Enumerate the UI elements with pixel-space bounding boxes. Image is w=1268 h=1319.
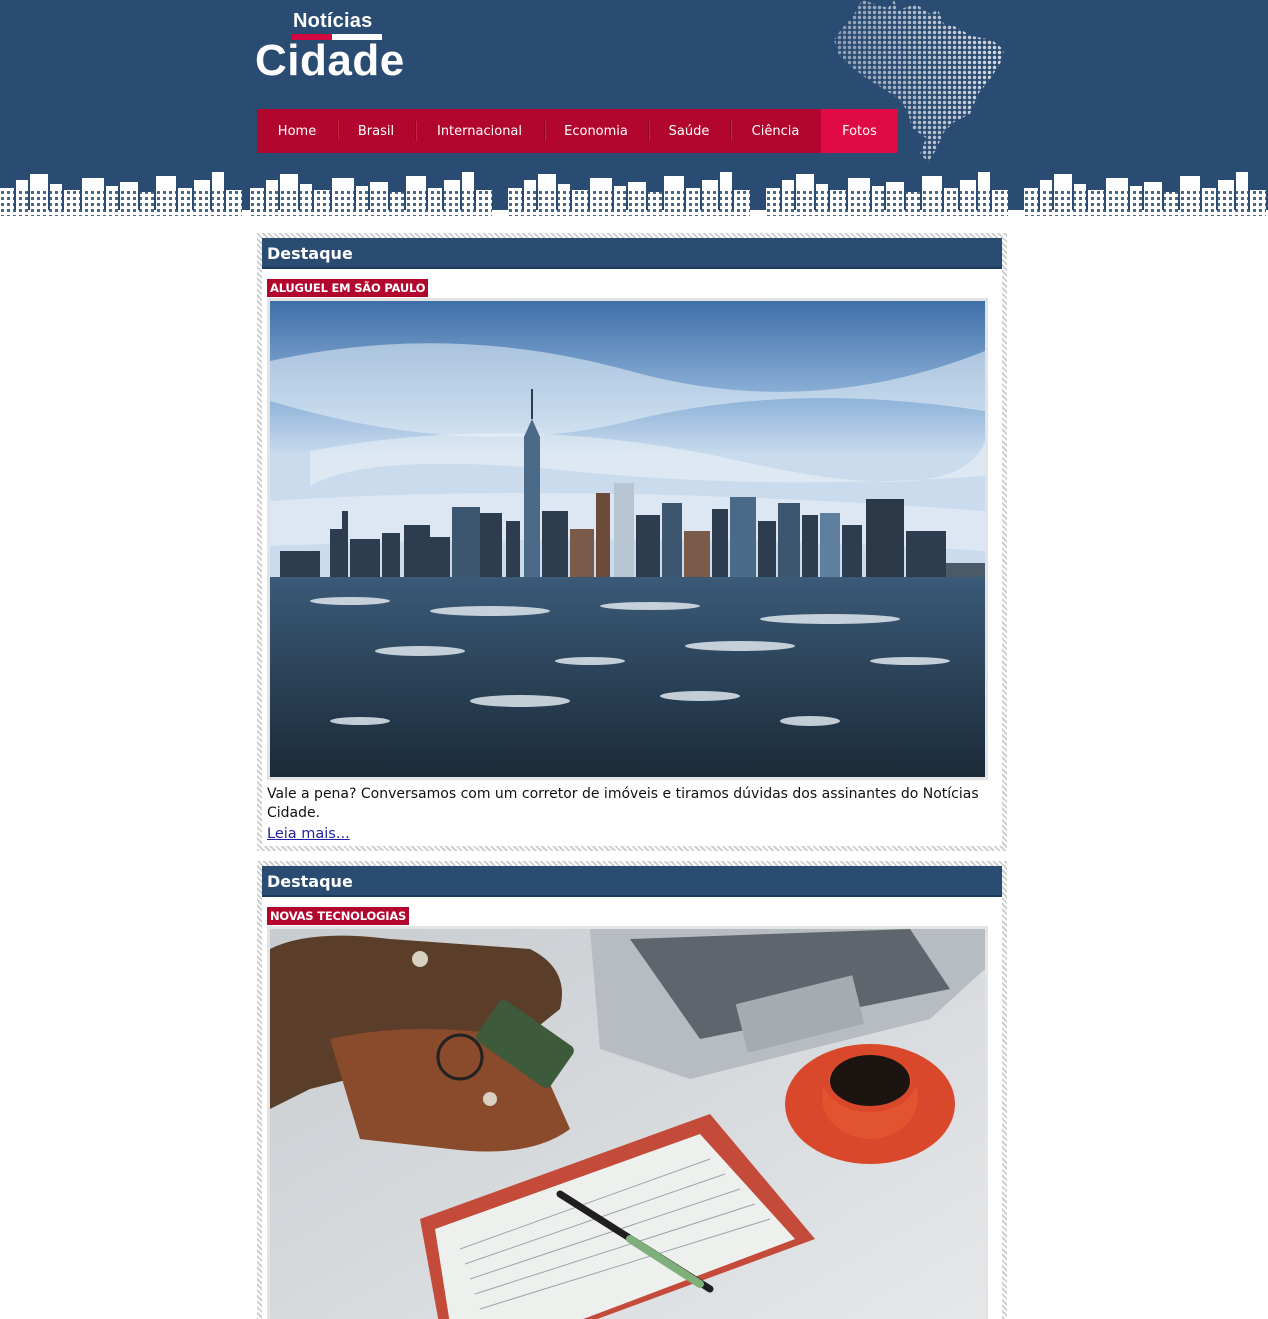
nav-internacional[interactable]: Internacional	[415, 109, 544, 153]
category-tag[interactable]: ALUGUEL EM SÃO PAULO	[267, 279, 429, 297]
featured-article: Destaque NOVAS TECNOLOGIAS	[257, 861, 1007, 1319]
logo-noticias-text: Notícias	[293, 10, 373, 32]
nav-fotos[interactable]: Fotos	[821, 109, 898, 153]
logo-cidade-text: Cidade	[255, 36, 405, 85]
city-skyline-decoration	[0, 172, 1268, 216]
featured-article: Destaque ALUGUEL EM SÃO PAULO Vale a pen…	[257, 233, 1007, 851]
article-photo-desk-laptop[interactable]	[267, 926, 988, 1319]
nav-brasil[interactable]: Brasil	[337, 109, 415, 153]
site-logo[interactable]: Notícias Cidade	[255, 8, 416, 88]
read-more-link[interactable]: Leia mais...	[267, 825, 350, 844]
nav-home[interactable]: Home	[257, 109, 337, 153]
article-photo-city-skyline[interactable]	[267, 298, 988, 780]
nav-saude[interactable]: Saúde	[648, 109, 730, 153]
category-tag[interactable]: NOVAS TECNOLOGIAS	[267, 907, 410, 925]
article-summary: Vale a pena? Conversamos com um corretor…	[267, 786, 979, 821]
section-title: Destaque	[262, 238, 1002, 269]
main-nav: Home Brasil Internacional Economia Saúde…	[257, 109, 898, 153]
nav-economia[interactable]: Economia	[544, 109, 648, 153]
nav-ciencia[interactable]: Ciência	[730, 109, 821, 153]
section-title: Destaque	[262, 866, 1002, 897]
site-header: Notícias Cidade Home Brasil Internaciona…	[0, 0, 1268, 216]
